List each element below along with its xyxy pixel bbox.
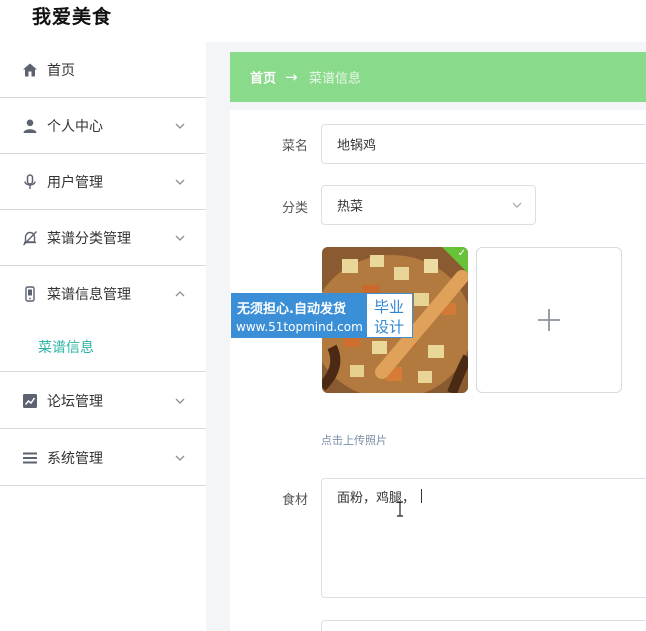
category-select[interactable]: 热菜 bbox=[321, 185, 536, 225]
watermark-line1: 无须担心.自动发货 bbox=[237, 302, 346, 317]
watermark-badge: 无须担心.自动发货 www.51topmind.com 毕业 设计 bbox=[231, 293, 413, 338]
watermark-line2: www.51topmind.com bbox=[236, 320, 363, 334]
chevron-down-icon bbox=[174, 395, 186, 407]
bell-off-icon bbox=[22, 230, 38, 246]
chevron-down-icon bbox=[174, 452, 186, 464]
chevron-down-icon bbox=[174, 232, 186, 244]
next-field-input[interactable] bbox=[321, 620, 646, 631]
watermark-right-bottom: 设计 bbox=[374, 318, 405, 336]
sidebar-item-home[interactable]: 首页 bbox=[0, 42, 206, 98]
chevron-down-icon bbox=[174, 120, 186, 132]
breadcrumb: 首页 → 菜谱信息 bbox=[230, 52, 646, 102]
user-icon bbox=[22, 118, 38, 134]
sidebar-item-system[interactable]: 系统管理 bbox=[0, 430, 206, 486]
text-caret bbox=[421, 489, 422, 503]
list-icon bbox=[22, 450, 38, 466]
sidebar-item-forum[interactable]: 论坛管理 bbox=[0, 373, 206, 429]
ibeam-cursor-icon bbox=[396, 501, 404, 517]
watermark-left: 无须担心.自动发货 www.51topmind.com bbox=[232, 294, 367, 337]
sidebar-item-label: 论坛管理 bbox=[47, 393, 103, 410]
sidebar-item-label: 首页 bbox=[47, 62, 75, 79]
sidebar-item-recipe-info[interactable]: 菜谱信息管理 bbox=[0, 266, 206, 322]
mobile-icon bbox=[22, 286, 38, 302]
category-label: 分类 bbox=[282, 201, 309, 216]
plus-icon bbox=[536, 307, 562, 333]
sidebar-item-label: 系统管理 bbox=[47, 450, 103, 467]
sidebar-item-personal-center[interactable]: 个人中心 bbox=[0, 98, 206, 154]
chevron-up-icon bbox=[174, 288, 186, 300]
microphone-icon bbox=[22, 173, 38, 190]
chevron-down-icon bbox=[174, 176, 186, 188]
top-header: 我爱美食 bbox=[0, 0, 646, 42]
sidebar-item-user-management[interactable]: 用户管理 bbox=[0, 154, 206, 210]
category-value: 热菜 bbox=[337, 199, 364, 215]
home-icon bbox=[22, 62, 38, 78]
page: 我爱美食 首页 个人中心 用户管理 菜谱分类管理 菜谱信息管理 菜谱信息 论坛管… bbox=[0, 0, 646, 631]
sidebar-item-label: 用户管理 bbox=[47, 174, 103, 191]
ingredients-textarea[interactable]: 面粉，鸡腿， bbox=[321, 478, 646, 598]
sidebar-item-recipe-category[interactable]: 菜谱分类管理 bbox=[0, 210, 206, 266]
name-value: 地锅鸡 bbox=[337, 138, 377, 154]
recipe-form: 菜名 地锅鸡 分类 热菜 ✓ 点击上传照片 食材 面粉，鸡腿， bbox=[230, 110, 646, 631]
breadcrumb-home[interactable]: 首页 bbox=[250, 68, 276, 87]
name-label: 菜名 bbox=[282, 139, 309, 154]
sidebar-subitem-recipe-info[interactable]: 菜谱信息 bbox=[0, 322, 206, 372]
add-photo-button[interactable] bbox=[476, 247, 622, 393]
upload-hint: 点击上传照片 bbox=[321, 434, 387, 447]
breadcrumb-current: 菜谱信息 bbox=[309, 71, 362, 87]
sidebar-subitem-label: 菜谱信息 bbox=[38, 339, 94, 356]
app-title: 我爱美食 bbox=[32, 6, 113, 28]
ingredients-label: 食材 bbox=[282, 493, 309, 508]
name-input[interactable]: 地锅鸡 bbox=[321, 124, 646, 164]
check-icon: ✓ bbox=[457, 248, 466, 259]
trend-chart-icon bbox=[22, 393, 38, 409]
sidebar-item-label: 个人中心 bbox=[47, 118, 103, 135]
chevron-down-icon bbox=[511, 199, 523, 211]
watermark-right: 毕业 设计 bbox=[367, 294, 412, 337]
watermark-right-top: 毕业 bbox=[374, 298, 405, 316]
breadcrumb-arrow-icon: → bbox=[285, 68, 298, 86]
sidebar-item-label: 菜谱信息管理 bbox=[47, 287, 131, 303]
sidebar-item-label: 菜谱分类管理 bbox=[47, 230, 131, 247]
sidebar: 首页 个人中心 用户管理 菜谱分类管理 菜谱信息管理 菜谱信息 论坛管理 系统管… bbox=[0, 42, 206, 631]
